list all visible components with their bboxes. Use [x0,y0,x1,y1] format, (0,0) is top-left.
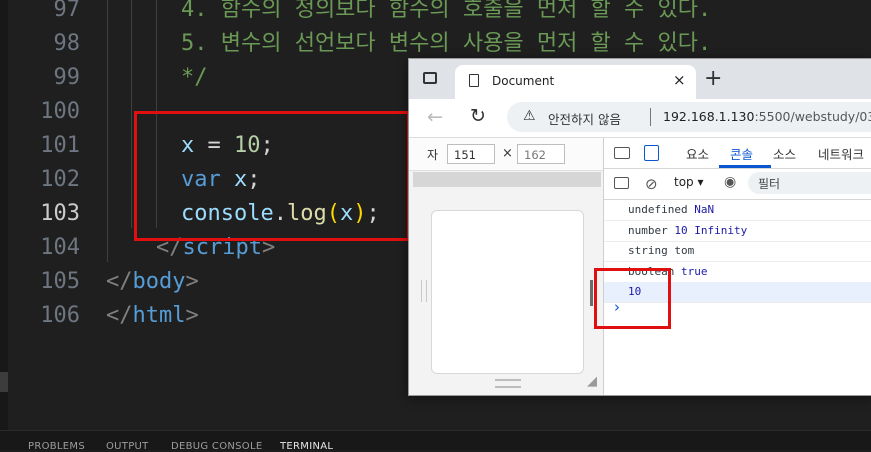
line-number: 102 [40,167,80,192]
tab-problems[interactable]: PROBLEMS [28,441,85,452]
bottom-panel-tabs: PROBLEMS OUTPUT DEBUG CONSOLE TERMINAL [0,430,871,452]
console-log-row[interactable]: string tom [604,241,871,262]
line-number: 105 [40,269,80,294]
close-icon[interactable]: × [673,71,686,89]
active-tab-indicator [719,165,771,168]
code-token: */ [181,65,208,90]
code-text: 5. 변수의 선언보다 변수의 사용을 먼저 할 수 있다. [181,27,711,61]
resize-handle-right[interactable] [590,280,593,306]
tab-console[interactable]: 콘솔 [730,144,753,163]
code-token: 4. 함수의 정의보다 함수의 호출을 먼저 할 수 있다. [181,0,712,22]
line-number: 97 [53,0,81,22]
width-input[interactable]: 151 [447,144,495,164]
url-path: :5500/webstudy/03_ [754,109,871,124]
browser-content: 자 151 × 162 ◢ 요소 콘솔 소스 네트워크 ⊘ top ▾ ◉ 필터… [409,137,871,395]
eye-icon[interactable]: ◉ [724,174,736,190]
line-number: 100 [40,99,80,124]
line-number: 101 [40,133,80,158]
code-token: html [132,303,186,328]
tab-sources[interactable]: 소스 [773,144,796,163]
browser-toolbar: ← ↻ ⚠ 안전하지 않음 192.168.1.130:5500/webstud… [409,99,871,137]
strip-marker [0,372,8,392]
code-text: </body> [106,265,199,299]
console-log-value: 10 Infinity [674,223,748,237]
code-token: </ [106,303,133,328]
console-log-value: true [680,264,708,278]
security-label[interactable]: 안전하지 않음 [548,109,621,128]
url-host: 192.168.1.130 [663,109,755,124]
code-text: */ [181,61,208,95]
browser-tabstrip: Document × + [409,59,871,99]
tab-network[interactable]: 네트워크 [818,144,864,163]
line-number: 98 [53,31,81,56]
browser-tab[interactable]: Document × [455,65,696,99]
console-log-label: string tom [628,244,695,257]
console-log-label: number [628,223,675,237]
tab-actions-icon[interactable] [423,72,437,84]
code-text: 4. 함수의 정의보다 함수의 호출을 먼저 할 수 있다. [181,0,711,27]
emulation-toolbar: 자 151 × 162 [409,138,603,171]
console-log-text: string tom [628,241,694,261]
line-number: 103 [40,201,80,226]
reload-icon[interactable]: ↻ [470,105,486,127]
console-toolbar: ⊘ top ▾ ◉ 필터 [604,169,871,200]
back-arrow-icon[interactable]: ← [427,106,443,128]
code-token: 5. 변수의 선언보다 변수의 사용을 먼저 할 수 있다. [181,31,712,56]
code-token: > [185,269,199,294]
resize-handle-bottom[interactable] [495,379,521,388]
code-line[interactable]: 97 4. 함수의 정의보다 함수의 호출을 먼저 할 수 있다. [0,0,871,27]
resize-handle-left[interactable] [421,280,427,302]
emulated-viewport[interactable] [431,210,584,374]
inspect-icon[interactable] [614,147,630,159]
context-select[interactable]: top ▾ [674,175,704,189]
highlight-box-console [594,268,671,329]
browser-window: Document × + ← ↻ ⚠ 안전하지 않음 192.168.1.130… [408,58,871,396]
context-value: top [674,175,694,189]
code-token: > [185,303,199,328]
tab-terminal[interactable]: TERMINAL [280,441,333,452]
page-icon [469,74,479,87]
clear-console-icon[interactable]: ⊘ [645,175,658,193]
address-divider [650,108,651,126]
tab-title: Document [492,74,555,88]
line-number: 106 [40,303,80,328]
console-log-text: number 10 Infinity [628,221,747,241]
filter-input[interactable]: 필터 [748,172,871,194]
console-log-text: undefined NaN [628,200,714,220]
line-number: 104 [40,235,80,260]
line-number: 99 [53,65,81,90]
code-token: </ [106,269,133,294]
code-token: body [132,269,186,294]
address-bar[interactable]: ⚠ 안전하지 않음 192.168.1.130:5500/webstudy/03… [507,102,871,132]
devtools-panel: 요소 콘솔 소스 네트워크 ⊘ top ▾ ◉ 필터 undefined NaN… [604,138,871,395]
device-toggle-icon[interactable] [644,145,659,161]
resize-corner-icon[interactable]: ◢ [587,374,597,389]
height-input[interactable]: 162 [517,144,565,164]
console-log-value: NaN [694,203,715,216]
url-text: 192.168.1.130:5500/webstudy/03_ [663,109,871,124]
code-line[interactable]: 98 5. 변수의 선언보다 변수의 사용을 먼저 할 수 있다. [0,27,871,61]
console-log-row[interactable]: number 10 Infinity [604,221,871,242]
media-query-bar[interactable] [413,172,601,187]
tab-debug-console[interactable]: DEBUG CONSOLE [171,441,262,452]
warning-icon: ⚠ [523,108,536,124]
console-log-row[interactable]: undefined NaN [604,200,871,221]
tab-elements[interactable]: 요소 [686,144,709,163]
dimensions-label: 자 [427,148,439,162]
highlight-box-code [134,111,410,241]
device-emulation-area: 자 151 × 162 ◢ [409,138,604,395]
devtools-tabs: 요소 콘솔 소스 네트워크 [604,138,871,169]
sidebar-toggle-icon[interactable] [614,177,629,189]
times-label: × [502,146,513,161]
filter-placeholder: 필터 [758,177,781,191]
tab-output[interactable]: OUTPUT [106,441,149,452]
new-tab-button[interactable]: + [704,66,722,91]
console-log-label: undefined [628,203,695,216]
code-text: </html> [106,299,199,333]
